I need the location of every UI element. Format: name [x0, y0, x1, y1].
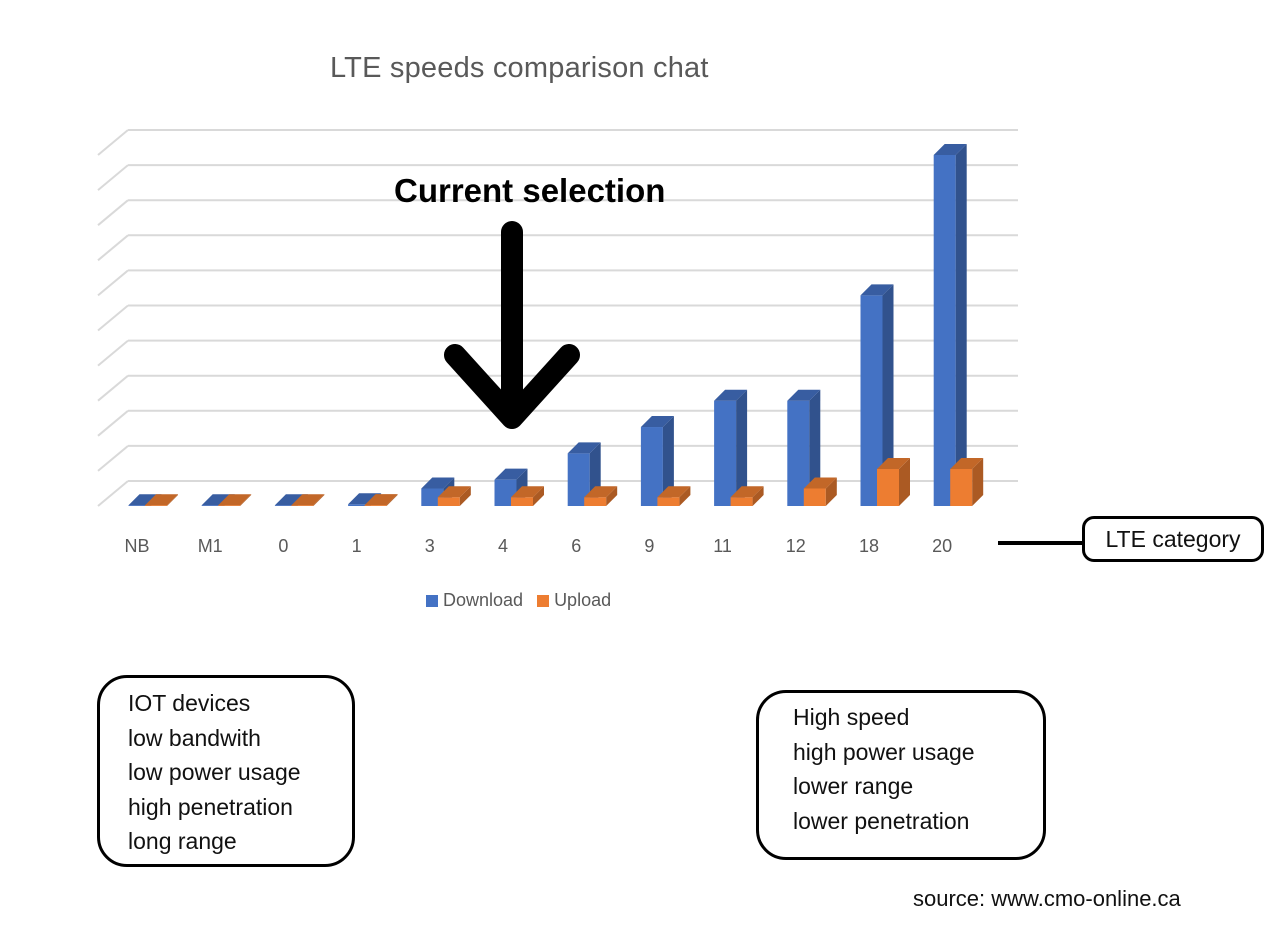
bar-front [218, 505, 241, 506]
x-tick-label: 3 [425, 536, 435, 556]
x-tick-label: 1 [352, 536, 362, 556]
info-line: lower penetration [793, 807, 970, 834]
gridline-depth [97, 234, 129, 262]
arrow-icon [444, 221, 580, 429]
gridline-depth [97, 445, 129, 472]
info-line: low power usage [128, 759, 301, 785]
bar-upload-20 [950, 457, 984, 506]
info-line: high penetration [128, 793, 293, 820]
x-tick-label: 12 [786, 536, 806, 556]
bar-front [730, 497, 753, 506]
info-line: IOT devices [128, 690, 251, 716]
bar-front [437, 497, 460, 506]
bar-side [955, 144, 967, 506]
info-line: low bandwith [128, 724, 261, 751]
x-tick-label: 4 [498, 536, 508, 556]
gridline-depth [97, 304, 129, 332]
legend-item-download: Download [426, 590, 523, 611]
x-tick-label: 20 [932, 536, 952, 556]
legend: Download Upload [426, 590, 611, 611]
bar-front [291, 505, 314, 506]
info-line: high power usage [793, 738, 975, 765]
gridline-depth [97, 269, 129, 297]
x-tick-label: 11 [713, 536, 732, 556]
info-line: High speed [793, 704, 910, 730]
x-tick-label: 6 [571, 536, 581, 556]
lte-category-callout: LTE category [1082, 516, 1264, 562]
legend-swatch-download [426, 594, 438, 607]
gridline-depth [97, 339, 129, 367]
bar-front [714, 400, 737, 506]
legend-swatch-upload [537, 594, 550, 607]
iot-info-box: IOT devices low bandwith low power usage… [97, 675, 355, 867]
bar-front [511, 497, 533, 506]
bar-front [933, 155, 956, 506]
x-tick-label: 9 [644, 536, 654, 556]
x-tick-label: 18 [859, 536, 879, 556]
gridline-depth [97, 199, 129, 226]
gridline-depth [97, 410, 129, 437]
bar-front [877, 468, 899, 506]
bar-front [950, 468, 973, 506]
gridline-depth [97, 374, 129, 402]
bar-front [803, 488, 826, 506]
x-tick-labels: NB M1 0 1 3 4 6 9 11 12 18 20 [124, 536, 952, 556]
gridline-depth [97, 129, 129, 156]
x-tick-label: NB [124, 536, 149, 556]
gridline-depth [97, 164, 129, 191]
bar-front [584, 497, 607, 506]
legend-label-upload: Upload [554, 590, 612, 610]
bar-front [145, 505, 167, 506]
high-speed-info-box: High speed high power usage lower range … [756, 690, 1046, 860]
source-credit: source: www.cmo-online.ca [913, 886, 1181, 911]
legend-label-download: Download [443, 590, 524, 610]
bar-front [364, 505, 387, 506]
x-tick-label: 0 [278, 536, 288, 556]
legend-item-upload: Upload [537, 590, 611, 611]
bar-upload-18 [877, 457, 910, 506]
current-selection-annotation: Current selection [394, 172, 666, 209]
chart-title: LTE speeds comparison chat [330, 52, 709, 84]
gridline-depth [97, 480, 129, 507]
bar-front [657, 497, 680, 506]
info-line: long range [128, 828, 237, 854]
bar-download-20 [933, 144, 967, 506]
info-line: lower range [793, 773, 914, 799]
x-tick-label: M1 [198, 536, 223, 556]
bar-front [640, 427, 663, 506]
